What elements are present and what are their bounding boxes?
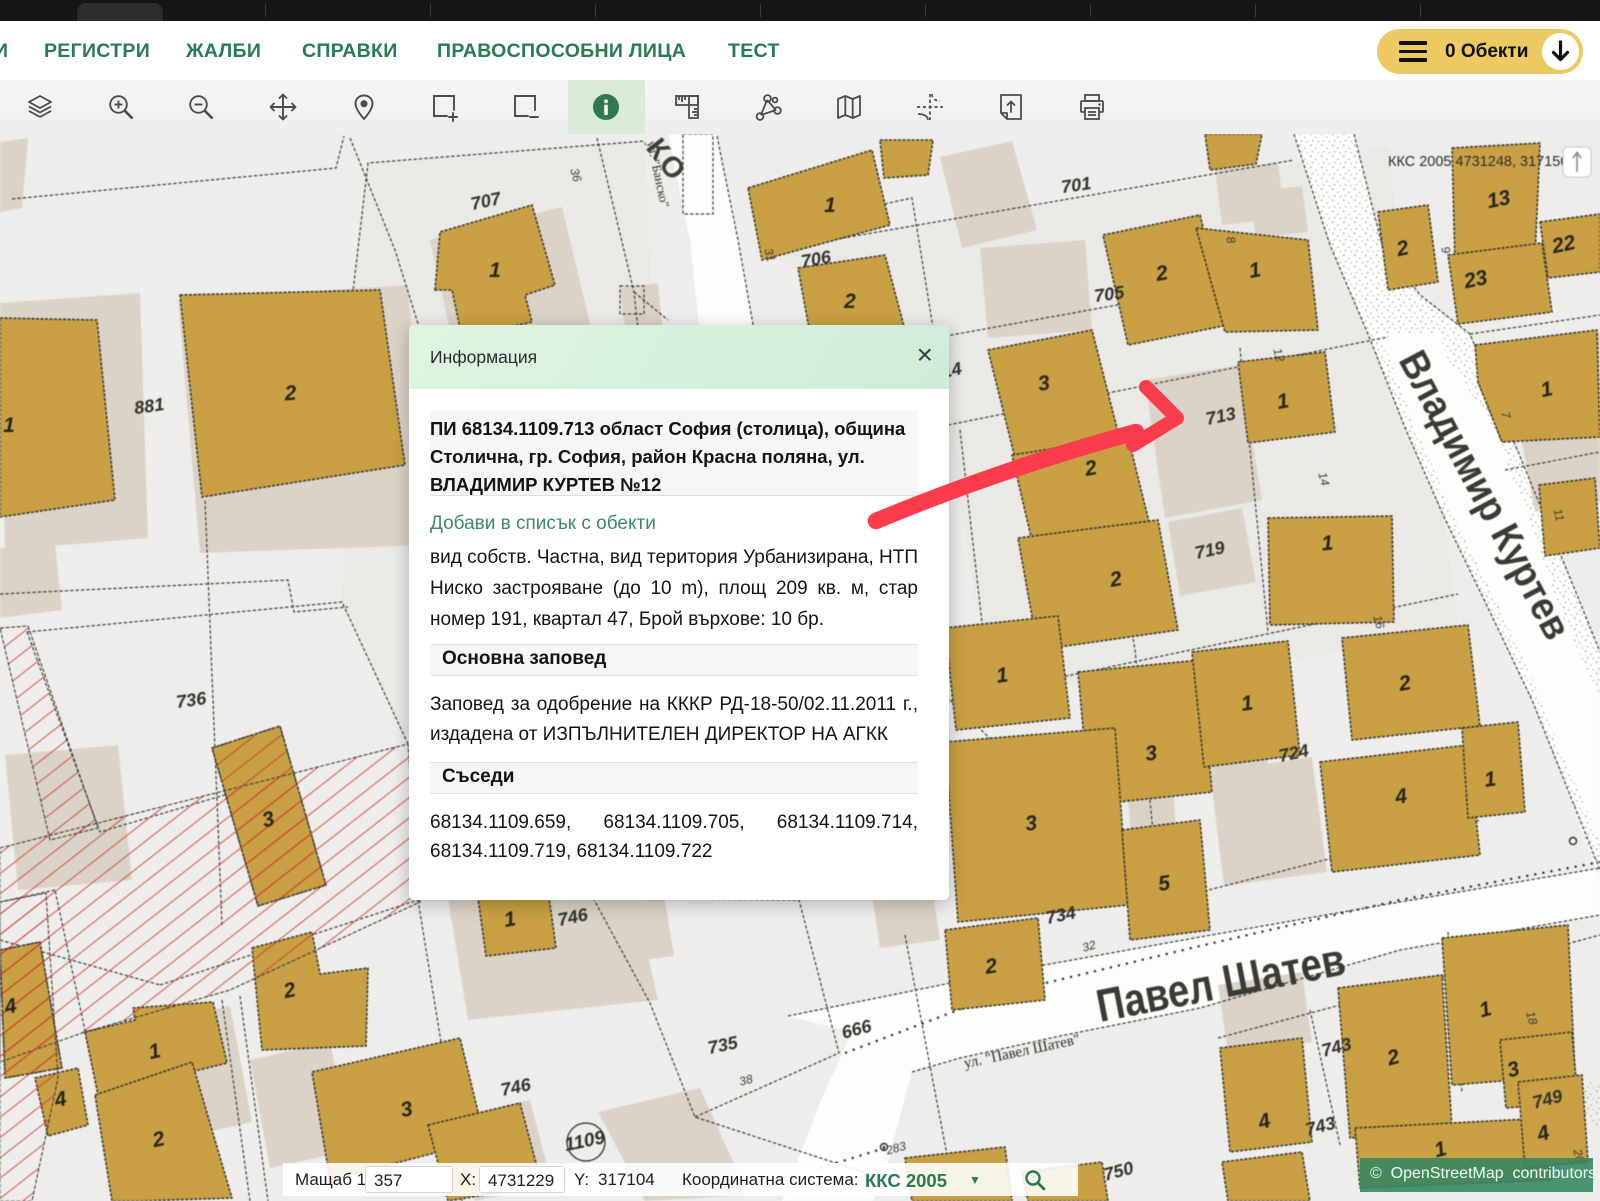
- svg-text:881: 881: [133, 394, 166, 418]
- svg-text:ККС 2005 4731248, 317150: ККС 2005 4731248, 317150: [1388, 154, 1568, 170]
- svg-text:736: 736: [175, 688, 209, 712]
- svg-text:1: 1: [824, 194, 836, 217]
- svg-text:1: 1: [1321, 532, 1335, 556]
- svg-text:1: 1: [3, 414, 15, 437]
- svg-text:701: 701: [1060, 173, 1093, 197]
- svg-text:705: 705: [1093, 282, 1127, 306]
- svg-text:2: 2: [843, 290, 856, 313]
- svg-text:1: 1: [489, 259, 501, 282]
- svg-text:2: 2: [283, 382, 298, 406]
